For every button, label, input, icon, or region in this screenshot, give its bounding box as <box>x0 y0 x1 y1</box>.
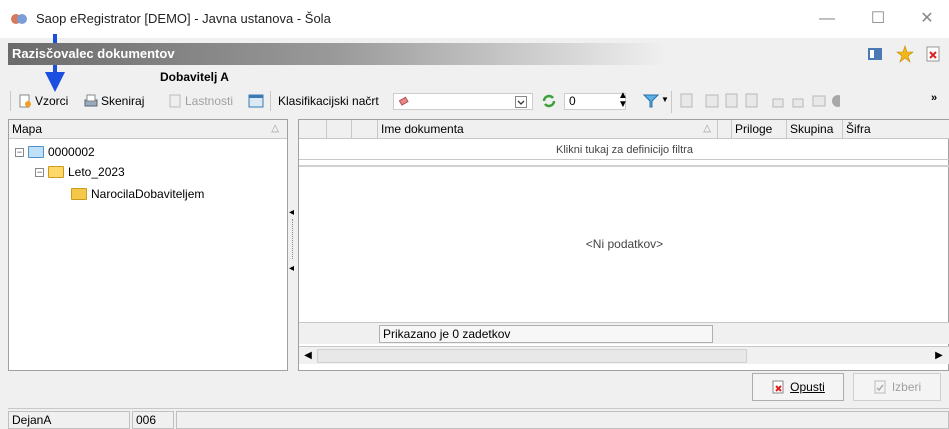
grid-col-priloge[interactable]: Priloge <box>732 120 787 139</box>
grid-col-flag[interactable] <box>327 120 352 139</box>
folder-icon <box>28 146 44 158</box>
scroll-left-icon[interactable]: ◀ <box>301 349 315 363</box>
tree-node-narocila[interactable]: NarocilaDobaviteljem <box>71 184 204 204</box>
collapse-icon[interactable]: − <box>35 167 44 177</box>
layout-icon[interactable] <box>866 45 884 63</box>
window-title: Saop eRegistrator [DEMO] - Javna ustanov… <box>36 11 331 26</box>
chevron-down-icon[interactable] <box>515 96 527 108</box>
close-module-icon[interactable] <box>924 45 942 63</box>
filter-divider <box>299 165 949 167</box>
vzorci-label: Vzorci <box>35 94 69 108</box>
sort-indicator-icon: △ <box>703 123 711 134</box>
document-grid: Ime dokumenta △ Priloge Skupina Šifra Kl… <box>298 119 949 371</box>
cancel-doc-icon <box>772 380 784 394</box>
collapse-left-icon[interactable]: ◂ <box>289 207 294 218</box>
status-code: 006 <box>132 411 174 429</box>
panel-splitter[interactable]: ◂ ◂ <box>288 119 298 371</box>
eraser-icon[interactable] <box>398 96 409 107</box>
open-folder-icon <box>48 166 64 178</box>
template-icon <box>19 94 31 108</box>
klasifikacijski-combo[interactable] <box>393 93 533 110</box>
scroll-thumb[interactable] <box>317 349 747 363</box>
grid-col-sifra[interactable]: Šifra <box>843 120 949 139</box>
tree-node-label: NarocilaDobaviteljem <box>91 187 205 201</box>
tree-node-root[interactable]: − 0000002 <box>15 142 95 162</box>
toolbar-separator <box>270 91 271 111</box>
skeniraj-label: Skeniraj <box>101 94 145 108</box>
vzorci-button[interactable]: Vzorci <box>18 91 68 111</box>
status-user: DejanA <box>8 411 130 429</box>
izberi-button[interactable]: Izberi <box>853 373 941 401</box>
toolbar-separator-2 <box>671 91 672 113</box>
status-message <box>176 411 949 429</box>
module-header: Razisčovalec dokumentov <box>8 43 949 65</box>
grid-col-skupina[interactable]: Skupina <box>787 120 843 139</box>
tree-node-label: 0000002 <box>48 145 95 159</box>
folder-tree-panel: Mapa △ − 0000002 − Leto_2023 NarocilaDob… <box>8 119 288 371</box>
tree-node-year[interactable]: − Leto_2023 <box>35 162 125 182</box>
lastnosti-button[interactable]: Lastnosti <box>168 91 233 111</box>
folder-icon <box>71 188 87 200</box>
calendar-view-icon[interactable] <box>248 93 264 109</box>
klasifikacijski-label: Klasifikacijski načrt <box>278 94 379 108</box>
grid-footer: Prikazano je 0 zadetkov <box>299 322 949 344</box>
select-doc-icon <box>874 380 886 394</box>
opusti-label: Opusti <box>790 380 825 394</box>
module-title: Razisčovalec dokumentov <box>12 46 175 61</box>
filter-icon[interactable] <box>643 93 659 109</box>
scanner-icon <box>84 94 98 107</box>
scroll-right-icon[interactable]: ▶ <box>932 349 946 363</box>
tree-header-label: Mapa <box>12 122 43 136</box>
grid-col-spacer <box>718 120 732 139</box>
spin-arrows-icon[interactable]: ▲ ▼ <box>618 91 628 110</box>
collapse-left-icon-2[interactable]: ◂ <box>289 263 294 274</box>
favorite-star-icon[interactable] <box>896 45 914 63</box>
toolbar-overflow-icon[interactable]: » <box>931 92 937 104</box>
minimize-button[interactable]: — <box>815 8 839 30</box>
supplier-subtitle: Dobavitelj A <box>160 70 229 84</box>
maximize-button[interactable]: ☐ <box>866 8 890 30</box>
lastnosti-label: Lastnosti <box>185 94 234 108</box>
skeniraj-button[interactable]: Skeniraj <box>84 91 144 111</box>
sort-indicator-icon: △ <box>271 123 279 134</box>
grid-col-select[interactable] <box>299 120 327 139</box>
tree-node-label: Leto_2023 <box>68 165 125 179</box>
title-bar: Saop eRegistrator [DEMO] - Javna ustanov… <box>0 0 949 38</box>
refresh-icon[interactable] <box>541 93 557 109</box>
empty-grid-message: <Ni podatkov> <box>585 237 664 251</box>
grid-col-ime[interactable]: Ime dokumenta △ <box>378 120 718 139</box>
grid-col-type[interactable] <box>352 120 378 139</box>
results-count: Prikazano je 0 zadetkov <box>379 325 713 343</box>
horizontal-scrollbar[interactable]: ◀ ▶ <box>299 346 949 364</box>
app-logo-icon <box>11 14 27 24</box>
disabled-actions-icons <box>680 93 840 108</box>
toolbar-grip <box>10 91 11 111</box>
grid-header: Ime dokumenta △ Priloge Skupina Šifra <box>299 120 949 139</box>
collapse-icon[interactable]: − <box>15 147 24 157</box>
count-spin-input[interactable]: 0 <box>564 93 626 110</box>
grid-col-ime-label: Ime dokumenta <box>381 122 464 136</box>
filter-dropdown-icon[interactable]: ▼ <box>661 95 669 104</box>
filter-definition-row[interactable]: Klikni tukaj za definicijo filtra <box>299 140 949 160</box>
tree-header[interactable]: Mapa △ <box>9 120 287 139</box>
close-button[interactable]: ✕ <box>915 8 939 30</box>
opusti-button[interactable]: Opusti <box>752 373 844 401</box>
izberi-label: Izberi <box>891 380 922 394</box>
status-bar: DejanA 006 <box>8 408 949 429</box>
properties-icon <box>169 94 181 108</box>
splitter-grip <box>292 219 293 259</box>
